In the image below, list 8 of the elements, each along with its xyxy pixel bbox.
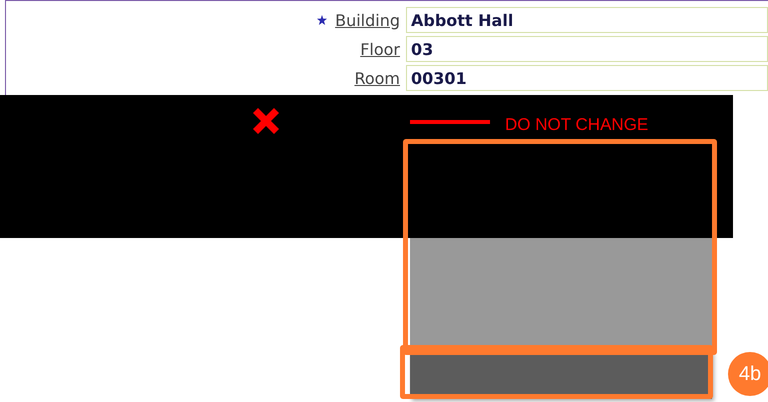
field-label: Room xyxy=(354,68,400,88)
input-field[interactable]: 03 xyxy=(406,36,768,62)
step-badge: 4b xyxy=(728,352,768,396)
field-label: Building xyxy=(335,10,400,30)
input-field[interactable]: 00301 xyxy=(406,65,768,91)
input-field[interactable]: Abbott Hall xyxy=(406,7,768,33)
field-label: Floor xyxy=(360,40,400,58)
warning-text: DO NOT CHANGE xyxy=(505,115,648,135)
